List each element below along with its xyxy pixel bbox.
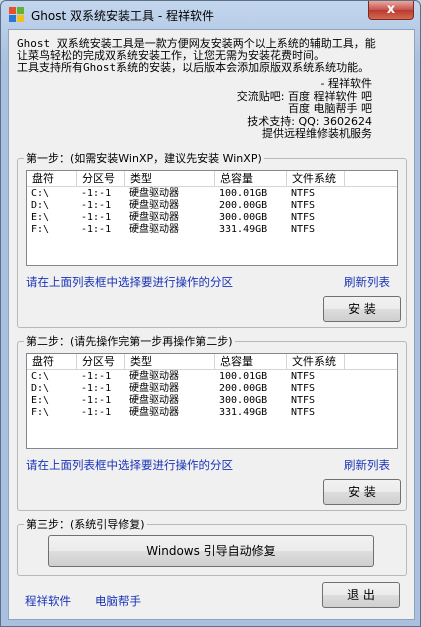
cell-capacity: 100.01GB bbox=[219, 371, 268, 382]
col-type[interactable]: 类型 bbox=[125, 354, 215, 369]
cell-type: 硬盘驱动器 bbox=[129, 200, 179, 211]
step1-title: 第一步：(如需安装WinXP，建议先安装 WinXP) bbox=[24, 152, 264, 165]
cell-partition: -1:-1 bbox=[81, 407, 112, 418]
cell-filesystem: NTFS bbox=[291, 371, 316, 382]
credit-line: 百度 电脑帮手 吧 bbox=[288, 102, 372, 115]
select-partition-hint: 请在上面列表框中选择要进行操作的分区 bbox=[26, 275, 233, 289]
cell-type: 硬盘驱动器 bbox=[129, 407, 179, 418]
step2-group: 第二步：(请先操作完第一步再操作第二步) 盘符 分区号 类型 总容量 文件系统 … bbox=[17, 335, 407, 511]
cell-drive: E:\ bbox=[31, 212, 50, 223]
step3-group: 第三步：(系统引导修复) Windows 引导自动修复 bbox=[17, 518, 407, 576]
partition-list-step2[interactable]: 盘符 分区号 类型 总容量 文件系统 C:\ -1:-1 硬盘驱动器 100.0… bbox=[26, 353, 398, 449]
table-row[interactable]: F:\ -1:-1 硬盘驱动器 331.49GB NTFS bbox=[27, 407, 397, 419]
cell-drive: C:\ bbox=[31, 188, 50, 199]
cell-filesystem: NTFS bbox=[291, 407, 316, 418]
cell-drive: D:\ bbox=[31, 383, 50, 394]
table-row[interactable]: C:\ -1:-1 硬盘驱动器 100.01GB NTFS bbox=[27, 371, 397, 383]
window-title: Ghost 双系统安装工具 - 程祥软件 bbox=[31, 9, 214, 23]
table-row[interactable]: E:\ -1:-1 硬盘驱动器 300.00GB NTFS bbox=[27, 212, 397, 224]
exit-button[interactable]: 退 出 bbox=[322, 582, 400, 608]
cell-partition: -1:-1 bbox=[81, 200, 112, 211]
cell-filesystem: NTFS bbox=[291, 383, 316, 394]
cell-type: 硬盘驱动器 bbox=[129, 188, 179, 199]
list-header: 盘符 分区号 类型 总容量 文件系统 bbox=[27, 171, 397, 187]
cell-drive: E:\ bbox=[31, 395, 50, 406]
table-row[interactable]: E:\ -1:-1 硬盘驱动器 300.00GB NTFS bbox=[27, 395, 397, 407]
chengxiang-software-link[interactable]: 程祥软件 bbox=[25, 593, 71, 609]
main-panel: Ghost 双系统安装工具是一款方便网友安装两个以上系统的辅助工具，能 让菜鸟轻… bbox=[8, 29, 415, 620]
partition-list-step1[interactable]: 盘符 分区号 类型 总容量 文件系统 C:\ -1:-1 硬盘驱动器 100.0… bbox=[26, 170, 398, 266]
cell-partition: -1:-1 bbox=[81, 188, 112, 199]
col-partition[interactable]: 分区号 bbox=[77, 171, 125, 186]
cell-type: 硬盘驱动器 bbox=[129, 371, 179, 382]
list-header: 盘符 分区号 类型 总容量 文件系统 bbox=[27, 354, 397, 370]
table-row[interactable]: D:\ -1:-1 硬盘驱动器 200.00GB NTFS bbox=[27, 383, 397, 395]
credit-line: - 程祥软件 bbox=[320, 77, 372, 90]
cell-drive: C:\ bbox=[31, 371, 50, 382]
cell-partition: -1:-1 bbox=[81, 212, 112, 223]
refresh-list-link[interactable]: 刷新列表 bbox=[344, 274, 390, 290]
cell-capacity: 300.00GB bbox=[219, 212, 268, 223]
table-row[interactable]: C:\ -1:-1 硬盘驱动器 100.01GB NTFS bbox=[27, 188, 397, 200]
cell-type: 硬盘驱动器 bbox=[129, 212, 179, 223]
cell-filesystem: NTFS bbox=[291, 224, 316, 235]
computer-helper-link[interactable]: 电脑帮手 bbox=[95, 593, 141, 609]
cell-capacity: 200.00GB bbox=[219, 200, 268, 211]
table-row[interactable]: D:\ -1:-1 硬盘驱动器 200.00GB NTFS bbox=[27, 200, 397, 212]
col-capacity[interactable]: 总容量 bbox=[215, 171, 287, 186]
step2-title: 第二步：(请先操作完第一步再操作第二步) bbox=[24, 335, 235, 348]
cell-filesystem: NTFS bbox=[291, 188, 316, 199]
col-drive[interactable]: 盘符 bbox=[27, 171, 77, 186]
cell-capacity: 100.01GB bbox=[219, 188, 268, 199]
cell-partition: -1:-1 bbox=[81, 224, 112, 235]
col-type[interactable]: 类型 bbox=[125, 171, 215, 186]
cell-filesystem: NTFS bbox=[291, 200, 316, 211]
cell-type: 硬盘驱动器 bbox=[129, 224, 179, 235]
table-row[interactable]: F:\ -1:-1 硬盘驱动器 331.49GB NTFS bbox=[27, 224, 397, 236]
col-filesystem[interactable]: 文件系统 bbox=[287, 171, 345, 186]
col-filesystem[interactable]: 文件系统 bbox=[287, 354, 345, 369]
intro-line: 工具支持所有Ghost系统的安装，以后版本会添加原版双系统系统功能。 bbox=[17, 61, 370, 74]
cell-filesystem: NTFS bbox=[291, 212, 316, 223]
credits: - 程祥软件 交流贴吧: 百度 程祥软件 吧 百度 电脑帮手 吧 技术支持: Q… bbox=[237, 77, 372, 141]
close-button[interactable]: x bbox=[368, 1, 414, 20]
boot-repair-button[interactable]: Windows 引导自动修复 bbox=[48, 535, 374, 567]
col-partition[interactable]: 分区号 bbox=[77, 354, 125, 369]
title-bar[interactable]: Ghost 双系统安装工具 - 程祥软件 x bbox=[1, 1, 420, 29]
install-button-step2[interactable]: 安 装 bbox=[323, 479, 401, 505]
cell-partition: -1:-1 bbox=[81, 383, 112, 394]
cell-capacity: 300.00GB bbox=[219, 395, 268, 406]
intro-text: Ghost 双系统安装工具是一款方便网友安装两个以上系统的辅助工具，能 让菜鸟轻… bbox=[17, 38, 409, 74]
cell-capacity: 331.49GB bbox=[219, 224, 268, 235]
credit-line: 提供远程维修装机服务 bbox=[262, 127, 372, 140]
cell-partition: -1:-1 bbox=[81, 395, 112, 406]
cell-capacity: 331.49GB bbox=[219, 407, 268, 418]
col-drive[interactable]: 盘符 bbox=[27, 354, 77, 369]
cell-filesystem: NTFS bbox=[291, 395, 316, 406]
step3-title: 第三步：(系统引导修复) bbox=[24, 518, 147, 531]
cell-drive: F:\ bbox=[31, 407, 50, 418]
cell-capacity: 200.00GB bbox=[219, 383, 268, 394]
cell-type: 硬盘驱动器 bbox=[129, 383, 179, 394]
step1-group: 第一步：(如需安装WinXP，建议先安装 WinXP) 盘符 分区号 类型 总容… bbox=[17, 152, 407, 328]
cell-drive: F:\ bbox=[31, 224, 50, 235]
cell-partition: -1:-1 bbox=[81, 371, 112, 382]
app-window: Ghost 双系统安装工具 - 程祥软件 x Ghost 双系统安装工具是一款方… bbox=[0, 0, 421, 627]
cell-drive: D:\ bbox=[31, 200, 50, 211]
cell-type: 硬盘驱动器 bbox=[129, 395, 179, 406]
select-partition-hint: 请在上面列表框中选择要进行操作的分区 bbox=[26, 458, 233, 472]
windows-logo-icon bbox=[9, 7, 25, 23]
col-capacity[interactable]: 总容量 bbox=[215, 354, 287, 369]
refresh-list-link[interactable]: 刷新列表 bbox=[344, 457, 390, 473]
install-button-step1[interactable]: 安 装 bbox=[323, 296, 401, 322]
